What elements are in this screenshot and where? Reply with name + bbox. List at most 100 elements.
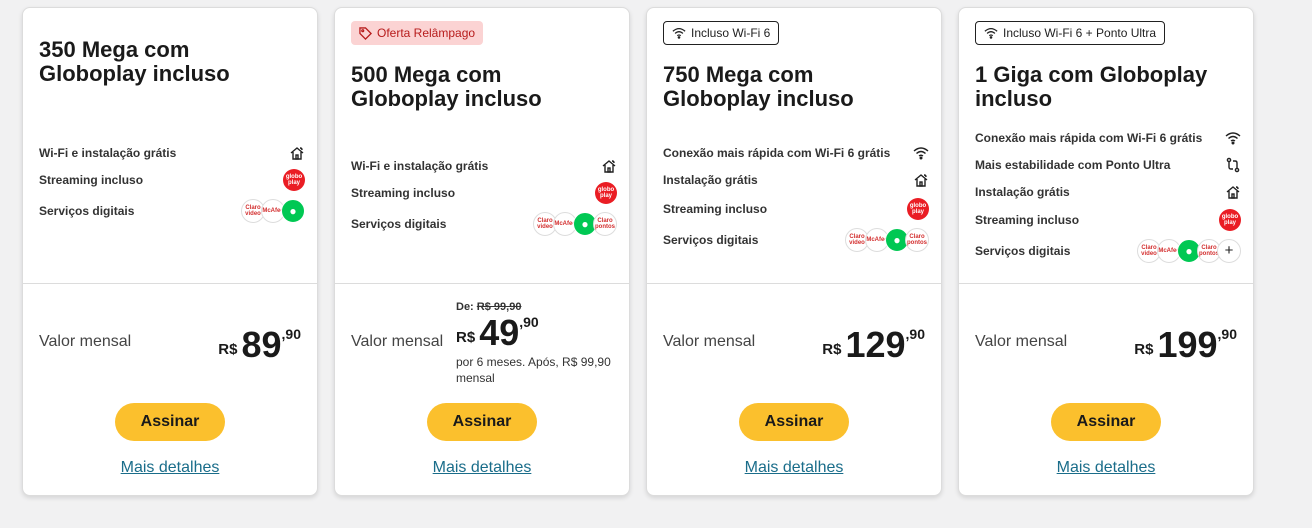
leaf-service-icon: ● (281, 199, 305, 223)
card-header: 350 Mega com Globoplay incluso Wi-Fi e i… (23, 8, 317, 284)
old-price-prefix: De: (456, 301, 474, 313)
feature-list: Conexão mais rápida com Wi-Fi 6 grátis M… (975, 130, 1241, 264)
monthly-label: Valor mensal (975, 333, 1068, 350)
plan-title: 500 Mega com Globoplay incluso (351, 62, 542, 111)
globoplay-icon: globo play (595, 182, 617, 204)
price-integer: 199 (1157, 324, 1218, 365)
home-wifi-icon (1226, 186, 1240, 199)
feature-label: Conexão mais rápida com Wi-Fi 6 grátis (975, 131, 1203, 145)
route-icon (1226, 157, 1240, 173)
price: R$ 199 ,90 (1134, 324, 1237, 365)
price-note: por 6 meses. Após, R$ 99,90 mensal (456, 355, 611, 385)
price-currency: R$ (218, 341, 238, 358)
wifi6-ultra-badge: Incluso Wi-Fi 6 + Ponto Ultra (975, 21, 1166, 45)
feature-label: Serviços digitais (663, 233, 759, 247)
feature-item: Mais estabilidade com Ponto Ultra (975, 157, 1241, 173)
feature-item: Conexão mais rápida com Wi-Fi 6 grátis (663, 144, 929, 162)
globoplay-icon: globo play (1219, 209, 1241, 231)
feature-item: Streaming incluso globo play (975, 208, 1241, 232)
price-integer: 129 (845, 324, 906, 365)
card-header: Incluso Wi-Fi 6 750 Mega com Globoplay i… (647, 8, 941, 284)
claro-pontos-icon: Claro pontos (905, 228, 929, 252)
badge-label: Incluso Wi-Fi 6 (691, 26, 771, 40)
services-icons: Claro video McAfee ● Claro pontos (533, 212, 617, 236)
home-wifi-icon (602, 160, 616, 173)
feature-item: Serviços digitais Claro video McAfee ● C… (351, 211, 617, 237)
feature-item: Instalação grátis (663, 171, 929, 189)
globoplay-icon: globo play (283, 169, 305, 191)
plan-card-1giga: Incluso Wi-Fi 6 + Ponto Ultra 1 Giga com… (958, 7, 1254, 496)
plan-card-500: Oferta Relâmpago 500 Mega com Globoplay … (334, 7, 630, 496)
wifi-icon (1225, 132, 1241, 145)
plus-icon: + (1217, 239, 1241, 263)
feature-label: Streaming incluso (975, 213, 1080, 227)
feature-item: Wi-Fi e instalação grátis (39, 144, 305, 162)
feature-label: Serviços digitais (351, 217, 447, 231)
globoplay-icon: globo play (907, 198, 929, 220)
feature-item: Streaming incluso globo play (39, 168, 305, 192)
price-cents: ,90 (905, 326, 925, 342)
subscribe-button[interactable]: Assinar (1051, 403, 1161, 441)
divider (23, 283, 317, 284)
divider (959, 283, 1253, 284)
price: R$ 89 ,90 (218, 324, 301, 365)
feature-item: Conexão mais rápida com Wi-Fi 6 grátis (975, 130, 1241, 146)
feature-label: Serviços digitais (975, 244, 1071, 258)
plan-card-350: 350 Mega com Globoplay incluso Wi-Fi e i… (22, 7, 318, 496)
details-link[interactable]: Mais detalhes (647, 459, 941, 477)
feature-label: Wi-Fi e instalação grátis (351, 159, 489, 173)
price: R$ 129 ,90 (822, 324, 925, 365)
details-link[interactable]: Mais detalhes (335, 459, 629, 477)
home-wifi-icon (290, 147, 304, 160)
subscribe-button[interactable]: Assinar (115, 403, 225, 441)
divider (335, 283, 629, 284)
feature-item: Instalação grátis (975, 184, 1241, 200)
feature-item: Serviços digitais Claro video McAfee ● (39, 198, 305, 224)
services-icons: Claro video McAfee ● Claro pontos + (1137, 239, 1241, 263)
price-integer: 49 (479, 312, 520, 353)
subscribe-button[interactable]: Assinar (739, 403, 849, 441)
price: R$ 49 ,90 (456, 312, 539, 353)
price-cents: ,90 (1217, 326, 1237, 342)
tag-icon (359, 26, 372, 40)
feature-label: Instalação grátis (975, 185, 1070, 199)
price-currency: R$ (456, 329, 476, 346)
wifi6-badge: Incluso Wi-Fi 6 (663, 21, 780, 45)
feature-item: Wi-Fi e instalação grátis (351, 157, 617, 175)
price-integer: 89 (241, 324, 282, 365)
feature-label: Streaming incluso (351, 186, 456, 200)
plan-title: 750 Mega com Globoplay incluso (663, 62, 854, 111)
feature-item: Serviços digitais Claro video McAfee ● C… (663, 227, 929, 253)
feature-item: Serviços digitais Claro video McAfee ● C… (975, 238, 1241, 264)
feature-label: Instalação grátis (663, 173, 758, 187)
details-link[interactable]: Mais detalhes (959, 459, 1253, 477)
card-header: Oferta Relâmpago 500 Mega com Globoplay … (335, 8, 629, 284)
feature-label: Wi-Fi e instalação grátis (39, 146, 177, 160)
price-cents: ,90 (519, 314, 539, 330)
card-header: Incluso Wi-Fi 6 + Ponto Ultra 1 Giga com… (959, 8, 1253, 284)
plan-card-750: Incluso Wi-Fi 6 750 Mega com Globoplay i… (646, 7, 942, 496)
price-cents: ,90 (281, 326, 301, 342)
wifi-icon (984, 28, 998, 39)
plan-title: 1 Giga com Globoplay incluso (975, 62, 1208, 111)
badge-label: Incluso Wi-Fi 6 + Ponto Ultra (1003, 26, 1157, 40)
monthly-label: Valor mensal (39, 333, 132, 350)
feature-list: Conexão mais rápida com Wi-Fi 6 grátis I… (663, 144, 929, 253)
plan-title: 350 Mega com Globoplay incluso (39, 37, 230, 86)
monthly-label: Valor mensal (351, 333, 444, 350)
wifi-icon (672, 28, 686, 39)
feature-item: Streaming incluso globo play (663, 197, 929, 221)
price-currency: R$ (822, 341, 842, 358)
details-link[interactable]: Mais detalhes (23, 459, 317, 477)
subscribe-button[interactable]: Assinar (427, 403, 537, 441)
services-icons: Claro video McAfee ● Claro pontos (845, 228, 929, 252)
feature-label: Serviços digitais (39, 204, 135, 218)
wifi-icon (913, 147, 929, 160)
home-wifi-icon (914, 174, 928, 187)
flash-offer-badge: Oferta Relâmpago (351, 21, 484, 45)
feature-label: Conexão mais rápida com Wi-Fi 6 grátis (663, 146, 891, 160)
claro-pontos-icon: Claro pontos (593, 212, 617, 236)
badge-label: Oferta Relâmpago (377, 26, 476, 40)
monthly-label: Valor mensal (663, 333, 756, 350)
services-icons: Claro video McAfee ● (241, 199, 305, 223)
